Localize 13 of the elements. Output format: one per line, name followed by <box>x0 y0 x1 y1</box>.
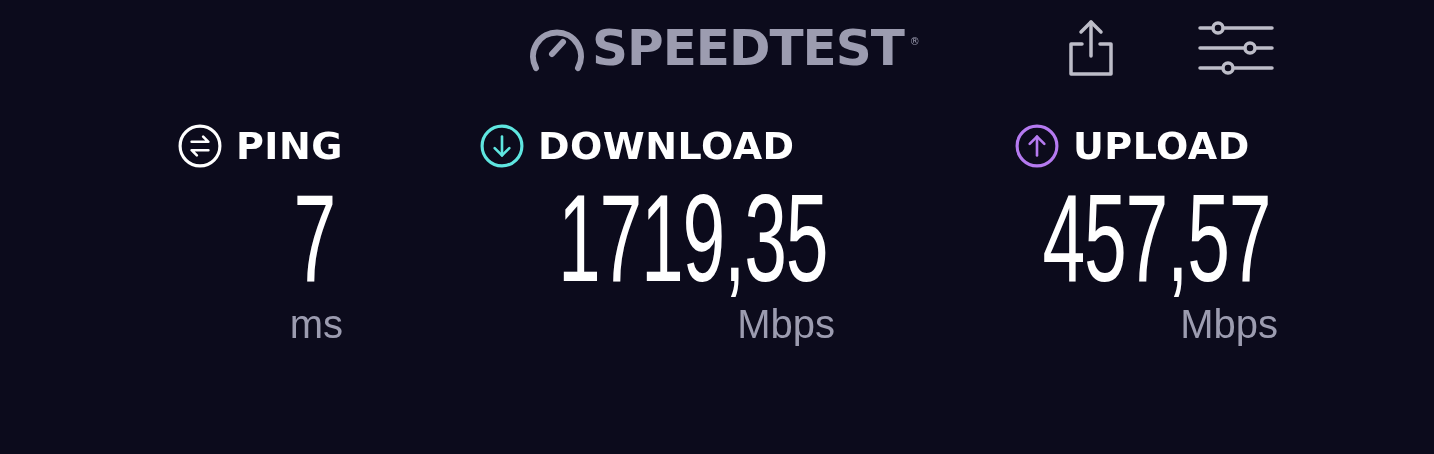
metric-label: PING <box>236 127 343 165</box>
metric-value: 7 <box>293 176 335 300</box>
logo-text: SPEEDTEST <box>592 23 904 73</box>
metric-value: 457,57 <box>1042 176 1270 300</box>
metric-unit: Mbps <box>1180 304 1278 344</box>
settings-button[interactable] <box>1197 20 1274 76</box>
registered-mark: ® <box>909 36 920 47</box>
metric-label: UPLOAD <box>1073 127 1250 165</box>
metric-unit: Mbps <box>737 304 835 344</box>
metric-label: DOWNLOAD <box>538 127 795 165</box>
share-button[interactable] <box>1067 18 1114 78</box>
metric-value: 1719,35 <box>557 176 827 300</box>
metric-unit: ms <box>289 304 343 344</box>
